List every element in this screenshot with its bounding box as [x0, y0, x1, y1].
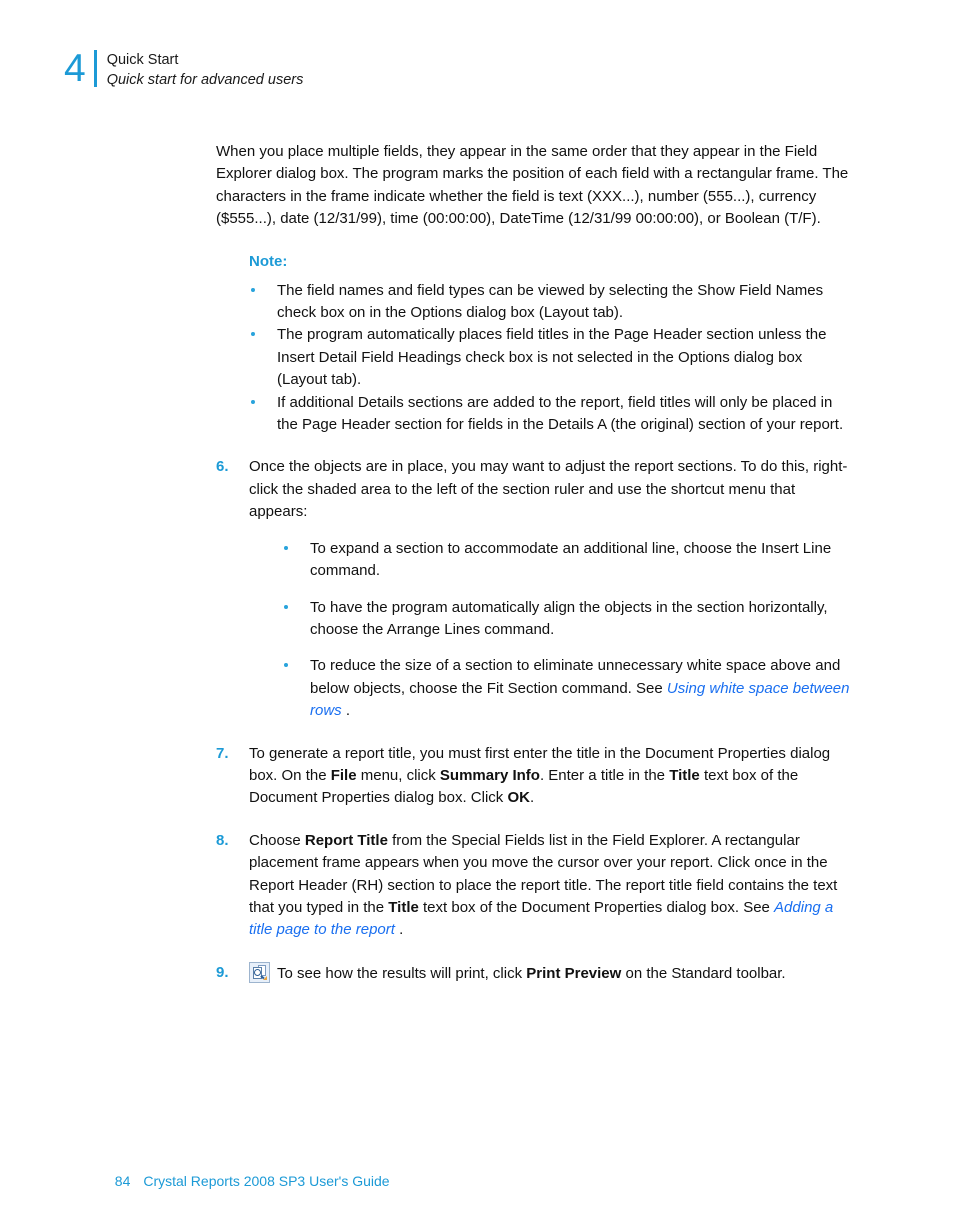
list-item-text-suffix: .: [341, 702, 351, 720]
list-item: The program automatically places field t…: [249, 324, 850, 391]
list-item: If additional Details sections are added…: [249, 392, 850, 437]
list-item-text: To have the program automatically align …: [310, 598, 828, 638]
step-item-6: 6. Once the objects are in place, you ma…: [216, 456, 850, 722]
step-9-body: To see how the results will print, click…: [249, 961, 850, 985]
note-heading: Note:: [249, 252, 288, 270]
chapter-subtitle: Quick start for advanced users: [106, 72, 304, 88]
step-text: To see how the results will print, click…: [277, 964, 786, 982]
note-bullet-list: The field names and field types can be v…: [249, 280, 850, 437]
emphasis-bold: Title: [388, 898, 419, 916]
emphasis-bold: File: [330, 766, 357, 784]
step-text: To generate a report title, you must fir…: [249, 744, 831, 807]
chapter-title: Quick Start: [106, 52, 179, 68]
emphasis-bold: Print Preview: [526, 964, 622, 982]
step-number: 6.: [216, 458, 229, 476]
emphasis-bold: Title: [669, 766, 700, 784]
list-item: To reduce the size of a section to elimi…: [282, 655, 850, 722]
page-footer: 84 Crystal Reports 2008 SP3 User's Guide: [107, 1151, 390, 1191]
page-content: When you place multiple fields, they app…: [216, 141, 850, 985]
bullet-dot-icon: [284, 663, 288, 668]
list-item-text: The program automatically places field t…: [277, 326, 827, 389]
chapter-number: 4: [64, 47, 86, 90]
emphasis-bold: Summary Info: [439, 766, 540, 784]
intro-paragraph: When you place multiple fields, they app…: [216, 143, 849, 228]
emphasis-bold: OK: [507, 789, 530, 807]
bullet-dot-icon: [251, 287, 255, 292]
list-item: The field names and field types can be v…: [249, 280, 850, 325]
bullet-dot-icon: [251, 332, 255, 337]
emphasis-bold: Report Title: [304, 831, 388, 849]
step-number: 9.: [216, 963, 229, 981]
print-preview-icon[interactable]: [249, 961, 270, 983]
list-item-text: The field names and field types can be v…: [277, 281, 824, 322]
bullet-dot-icon: [284, 604, 288, 609]
step-number: 8.: [216, 831, 229, 849]
list-item-text: If additional Details sections are added…: [277, 393, 844, 434]
step-item-7: 7. To generate a report title, you must …: [216, 743, 850, 810]
list-item: To expand a section to accommodate an ad…: [282, 538, 850, 583]
step-item-8: 8. Choose Report Title from the Special …: [216, 830, 850, 942]
step-6-bullet-list: To expand a section to accommodate an ad…: [282, 538, 850, 723]
footer-page-number: 84: [114, 1173, 131, 1189]
step-text: Choose Report Title from the Special Fie…: [249, 831, 838, 939]
step-number: 7.: [216, 744, 229, 762]
list-item-text: To expand a section to accommodate an ad…: [310, 539, 832, 580]
bullet-dot-icon: [251, 399, 255, 404]
page-header: 4 Quick Start Quick start for advanced u…: [64, 47, 303, 91]
list-item-text: To reduce the size of a section to elimi…: [310, 657, 849, 719]
numbered-step-list: 6. Once the objects are in place, you ma…: [216, 456, 850, 985]
header-titles: Quick Start Quick start for advanced use…: [97, 47, 304, 90]
bullet-dot-icon: [284, 545, 288, 550]
step-text: Once the objects are in place, you may w…: [249, 458, 848, 521]
footer-guide-title: Crystal Reports 2008 SP3 User's Guide: [143, 1173, 390, 1189]
step-item-9: 9. To see how the results will print, cl…: [216, 961, 850, 985]
list-item: To have the program automatically align …: [282, 597, 850, 642]
